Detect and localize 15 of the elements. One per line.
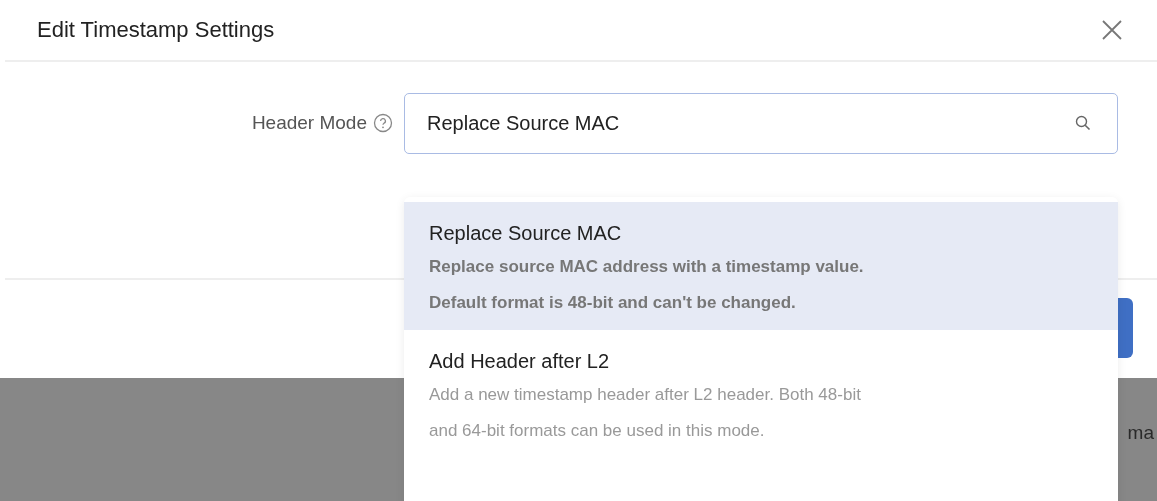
search-icon <box>1075 115 1091 131</box>
dialog-title: Edit Timestamp Settings <box>37 17 275 43</box>
help-icon[interactable] <box>373 113 393 133</box>
option-description: Replace source MAC address with a timestamp value. <box>429 256 865 278</box>
option-description: Add a new timestamp header after L2 header. Both 48-bit <box>429 384 862 406</box>
header-mode-select[interactable]: Replace Source MAC <box>404 92 1118 154</box>
background-text: ma <box>1127 422 1154 444</box>
option-title: Add Header after L2 <box>429 350 611 373</box>
option-title: Replace Source MAC <box>429 222 623 245</box>
dropdown-option[interactable]: Replace Source MAC Replace source MAC address with a timestamp value. Default format is 48-bit and can't be changed. <box>404 202 1118 330</box>
field-label: Header Mode <box>251 112 367 134</box>
option-description: and 64-bit formats can be used in this mode. <box>429 420 766 442</box>
option-description: Default format is 48-bit and can't be changed. <box>429 292 797 314</box>
close-icon[interactable] <box>1101 19 1123 41</box>
dropdown-option[interactable]: Add Header after L2 Add a new timestamp header after L2 header. Both 48-bit and 64-bit formats can be used in this mode. <box>404 330 1118 458</box>
